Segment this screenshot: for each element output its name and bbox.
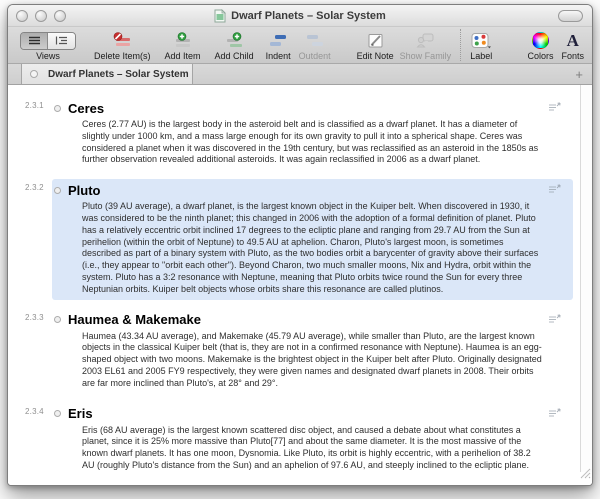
indent-rows-icon bbox=[269, 31, 287, 50]
edit-note-label: Edit Note bbox=[357, 51, 394, 61]
section-title[interactable]: Pluto bbox=[68, 182, 101, 199]
section-content[interactable]: Eris Eris (68 AU average) is the largest… bbox=[52, 403, 573, 476]
bullet-icon[interactable] bbox=[54, 316, 61, 323]
add-child-row-icon bbox=[224, 31, 244, 50]
tab-title: Dwarf Planets – Solar System bbox=[48, 69, 189, 80]
outdent-rows-icon bbox=[306, 31, 324, 50]
fonts-button[interactable]: A Fonts bbox=[561, 28, 584, 61]
tab-dwarf-planets[interactable]: Dwarf Planets – Solar System bbox=[21, 64, 193, 84]
resize-grip-icon[interactable] bbox=[579, 466, 591, 484]
outline-row[interactable]: 2.3.4 Eris Eris (68 AU average) is the l… bbox=[8, 403, 579, 476]
add-child-button[interactable]: Add Child bbox=[215, 28, 254, 61]
section-title[interactable]: Haumea & Makemake bbox=[68, 311, 201, 328]
family-icon bbox=[415, 31, 435, 50]
edit-note-button[interactable]: Edit Note bbox=[357, 28, 394, 61]
section-number: 2.3.2 bbox=[8, 179, 52, 299]
section-body[interactable]: Haumea (43.34 AU average), and Makemake … bbox=[82, 331, 569, 390]
show-family-label: Show Family bbox=[400, 51, 452, 61]
add-row-icon bbox=[173, 31, 193, 50]
views-control[interactable]: Views bbox=[20, 28, 76, 61]
toolbar: Views Delete Item(s) bbox=[8, 27, 592, 64]
section-title[interactable]: Eris bbox=[68, 405, 93, 422]
serif-a-icon: A bbox=[567, 32, 579, 49]
color-dots-icon bbox=[470, 31, 492, 50]
section-number: 2.3.4 bbox=[8, 403, 52, 476]
add-child-label: Add Child bbox=[215, 51, 254, 61]
add-item-button[interactable]: Add Item bbox=[165, 28, 201, 61]
section-title[interactable]: Ceres bbox=[68, 100, 104, 117]
pencil-note-icon bbox=[366, 31, 385, 50]
document-area: 2.3.1 Ceres Ceres (2.77 AU) is the large… bbox=[8, 85, 592, 485]
toolbar-separator bbox=[460, 29, 461, 61]
bullet-icon[interactable] bbox=[54, 410, 61, 417]
colors-label: Colors bbox=[527, 51, 553, 61]
tab-close-icon[interactable] bbox=[30, 70, 38, 78]
add-tab-button[interactable]: + bbox=[566, 64, 592, 84]
bullet-icon[interactable] bbox=[54, 187, 61, 194]
section-content[interactable]: Haumea & Makemake Haumea (43.34 AU avera… bbox=[52, 309, 573, 394]
title-bar[interactable]: Dwarf Planets – Solar System bbox=[8, 5, 592, 27]
app-window: Dwarf Planets – Solar System bbox=[7, 4, 593, 486]
outline-row[interactable]: 2.3.2 Pluto Pluto (39 AU average), a dwa… bbox=[8, 179, 579, 299]
section-body[interactable]: Eris (68 AU average) is the largest know… bbox=[82, 425, 569, 472]
outline-row[interactable]: 2.3.1 Ceres Ceres (2.77 AU) is the large… bbox=[8, 97, 579, 170]
window-title-area: Dwarf Planets – Solar System bbox=[8, 9, 592, 23]
bullet-icon[interactable] bbox=[54, 105, 61, 112]
outdent-button: Outdent bbox=[299, 28, 331, 61]
add-item-label: Add Item bbox=[165, 51, 201, 61]
list-view-icon[interactable] bbox=[21, 33, 48, 49]
outdent-label: Outdent bbox=[299, 51, 331, 61]
note-icon[interactable] bbox=[548, 181, 561, 199]
outline: 2.3.1 Ceres Ceres (2.77 AU) is the large… bbox=[8, 85, 579, 485]
vertical-scrollbar[interactable] bbox=[580, 85, 592, 472]
section-number: 2.3.1 bbox=[8, 97, 52, 170]
color-wheel-icon bbox=[532, 32, 549, 49]
note-icon[interactable] bbox=[548, 311, 561, 329]
delete-rows-icon bbox=[112, 31, 132, 50]
note-icon[interactable] bbox=[548, 405, 561, 423]
document-icon bbox=[214, 9, 226, 23]
section-content[interactable]: Pluto Pluto (39 AU average), a dwarf pla… bbox=[52, 179, 573, 299]
delete-item-label: Delete Item(s) bbox=[94, 51, 151, 61]
label-label: Label bbox=[470, 51, 492, 61]
show-family-button: Show Family bbox=[400, 28, 452, 61]
section-content[interactable]: Ceres Ceres (2.77 AU) is the largest bod… bbox=[52, 97, 573, 170]
indent-label: Indent bbox=[266, 51, 291, 61]
views-label: Views bbox=[36, 51, 60, 61]
indent-button[interactable]: Indent bbox=[266, 28, 291, 61]
outline-row[interactable]: 2.3.3 Haumea & Makemake Haumea (43.34 AU… bbox=[8, 309, 579, 394]
outline-view-icon[interactable] bbox=[48, 33, 75, 49]
delete-item-button[interactable]: Delete Item(s) bbox=[94, 28, 151, 61]
fonts-label: Fonts bbox=[561, 51, 584, 61]
note-icon[interactable] bbox=[548, 99, 561, 117]
colors-button[interactable]: Colors bbox=[527, 28, 553, 61]
section-number: 2.3.3 bbox=[8, 309, 52, 394]
toolbar-toggle-pill[interactable] bbox=[558, 10, 583, 22]
label-button[interactable]: Label bbox=[470, 28, 492, 61]
tab-bar: Dwarf Planets – Solar System + bbox=[8, 64, 592, 85]
section-body[interactable]: Ceres (2.77 AU) is the largest body in t… bbox=[82, 119, 569, 166]
section-body[interactable]: Pluto (39 AU average), a dwarf planet, i… bbox=[82, 201, 569, 295]
window-title: Dwarf Planets – Solar System bbox=[231, 10, 386, 22]
